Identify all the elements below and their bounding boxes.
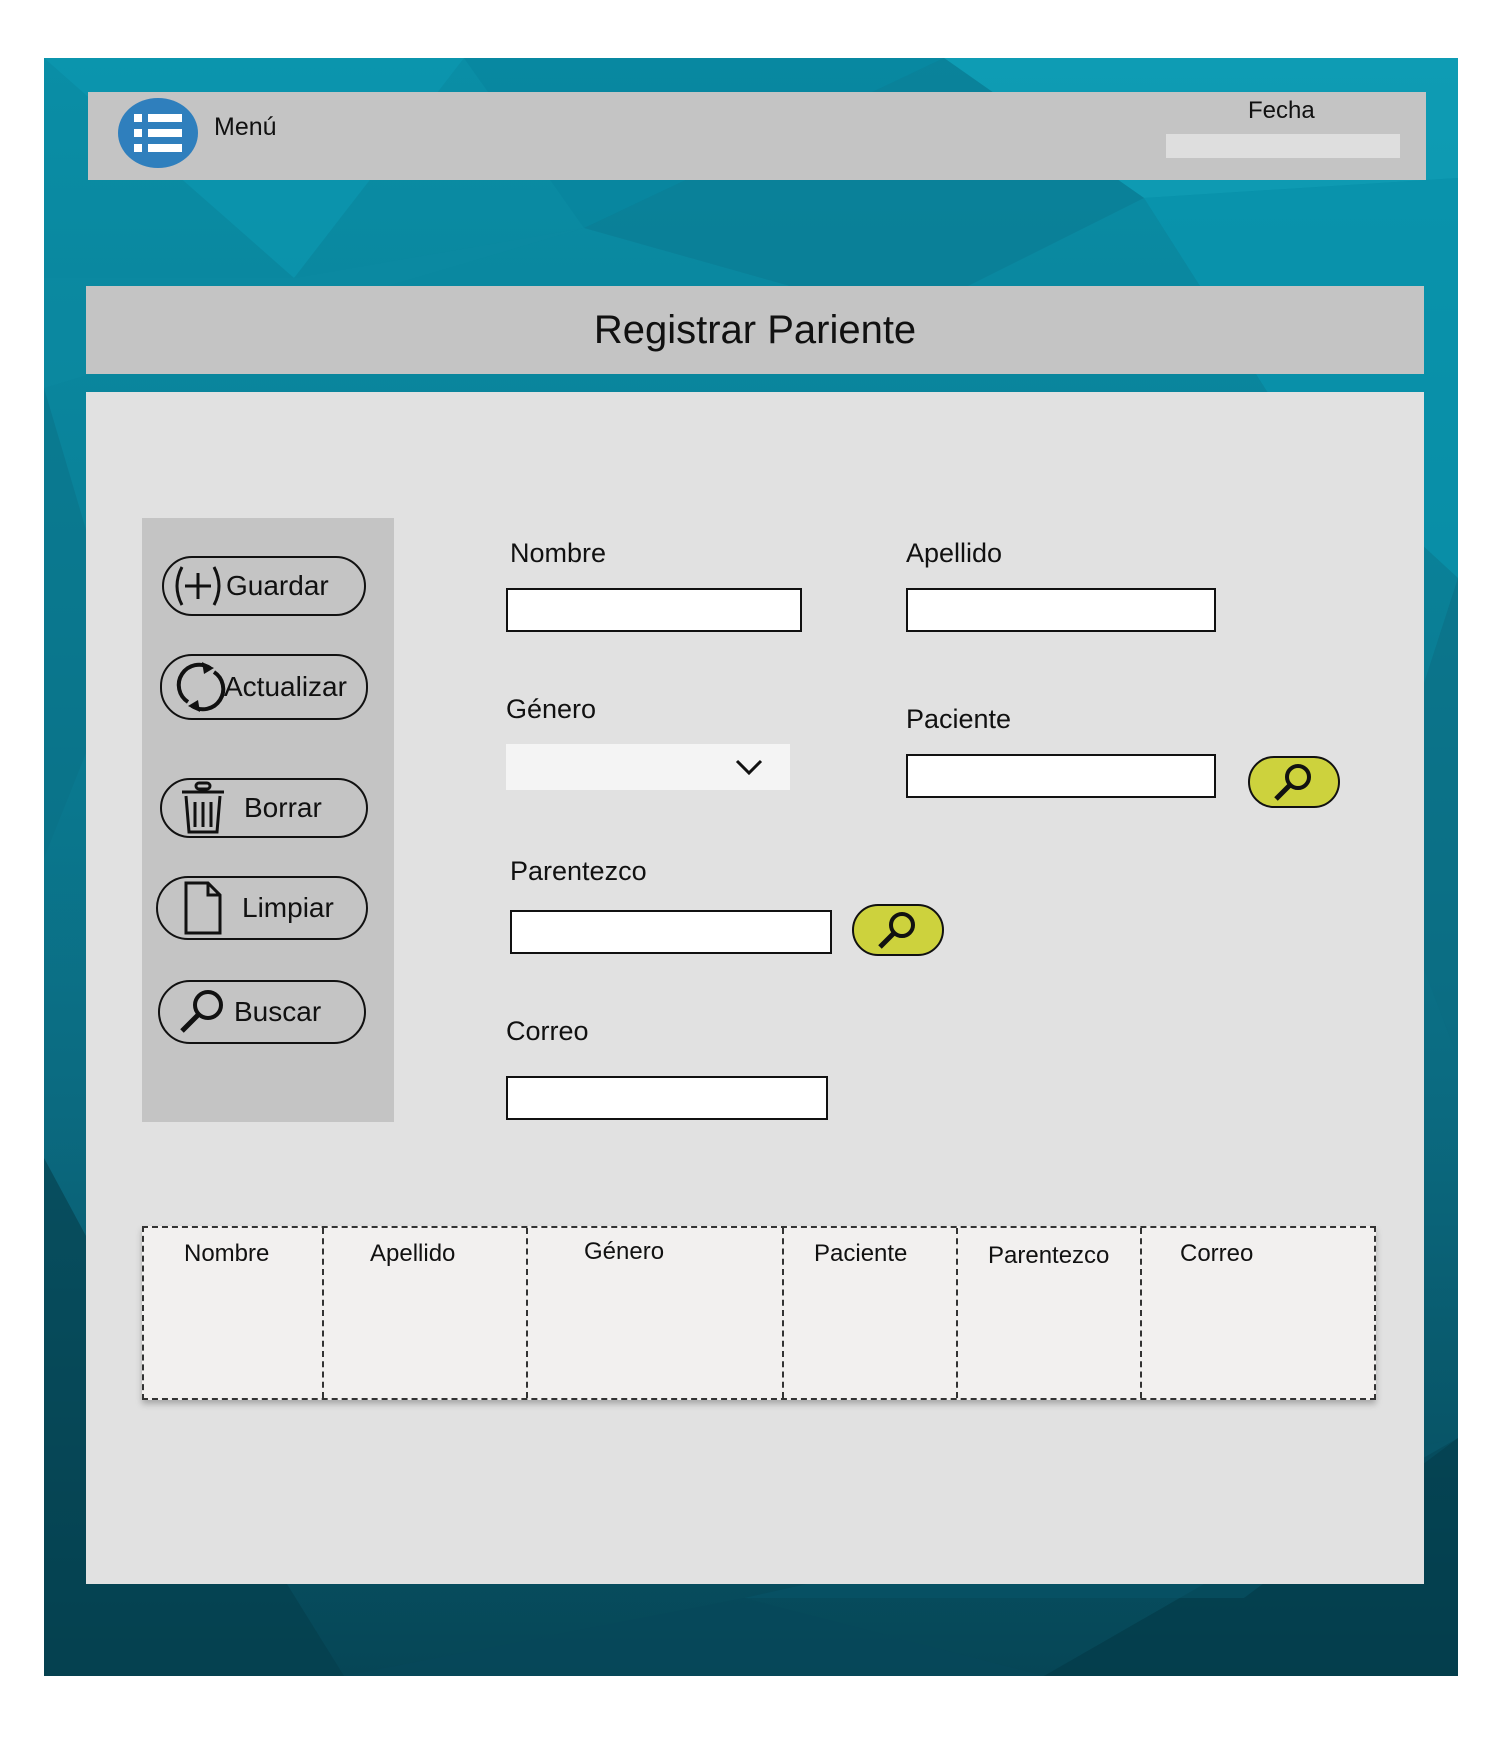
guardar-label: Guardar <box>226 570 329 601</box>
parentezco-input[interactable] <box>510 910 832 954</box>
table-header-genero: Género <box>584 1238 665 1265</box>
chevron-down-icon <box>735 759 763 776</box>
apellido-label: Apellido <box>906 538 1003 568</box>
guardar-button[interactable]: Guardar <box>162 556 366 616</box>
actualizar-label: Actualizar <box>224 671 347 702</box>
column-divider <box>1140 1228 1142 1398</box>
blank-document-icon <box>184 881 222 935</box>
paciente-input[interactable] <box>906 754 1216 798</box>
nombre-input[interactable] <box>506 588 802 632</box>
magnifier-icon <box>1274 764 1311 801</box>
column-divider <box>526 1228 528 1398</box>
parentezco-search-button[interactable] <box>852 904 944 956</box>
refresh-icon <box>176 662 226 712</box>
menu-label[interactable]: Menú <box>214 113 277 142</box>
borrar-label: Borrar <box>244 792 322 823</box>
buscar-label: Buscar <box>234 996 322 1027</box>
title-bar: Registrar Pariente <box>86 286 1424 374</box>
table-header-parentezco: Parentezco <box>988 1242 1110 1269</box>
borrar-button[interactable]: Borrar <box>160 778 368 838</box>
column-divider <box>956 1228 958 1398</box>
table-header-correo: Correo <box>1180 1240 1254 1267</box>
buscar-button[interactable]: Buscar <box>158 980 366 1044</box>
genero-select[interactable] <box>506 744 790 790</box>
correo-input[interactable] <box>506 1076 828 1120</box>
trash-icon <box>182 781 224 834</box>
list-menu-icon[interactable] <box>118 98 198 168</box>
page-title: Registrar Pariente <box>593 307 917 352</box>
magnifier-icon <box>180 990 223 1033</box>
actualizar-button[interactable]: Actualizar <box>160 654 368 720</box>
paciente-search-button[interactable] <box>1248 756 1340 808</box>
table-header-paciente: Paciente <box>814 1240 908 1267</box>
limpiar-label: Limpiar <box>242 892 334 923</box>
genero-label: Género <box>506 694 597 724</box>
fecha-label: Fecha <box>1248 97 1315 124</box>
plus-circle-icon <box>175 566 221 606</box>
nombre-label: Nombre <box>510 538 607 568</box>
table-header-apellido: Apellido <box>370 1240 456 1267</box>
correo-label: Correo <box>506 1016 589 1046</box>
column-divider <box>782 1228 784 1398</box>
table-header-nombre: Nombre <box>184 1240 270 1267</box>
column-divider <box>322 1228 324 1398</box>
results-table: Nombre Apellido Género Paciente Parentez… <box>142 1226 1376 1400</box>
apellido-input[interactable] <box>906 588 1216 632</box>
magnifier-icon <box>878 912 915 949</box>
parentezco-label: Parentezco <box>510 856 647 886</box>
fecha-field <box>1166 134 1400 158</box>
limpiar-button[interactable]: Limpiar <box>156 876 368 940</box>
paciente-label: Paciente <box>906 704 1012 734</box>
